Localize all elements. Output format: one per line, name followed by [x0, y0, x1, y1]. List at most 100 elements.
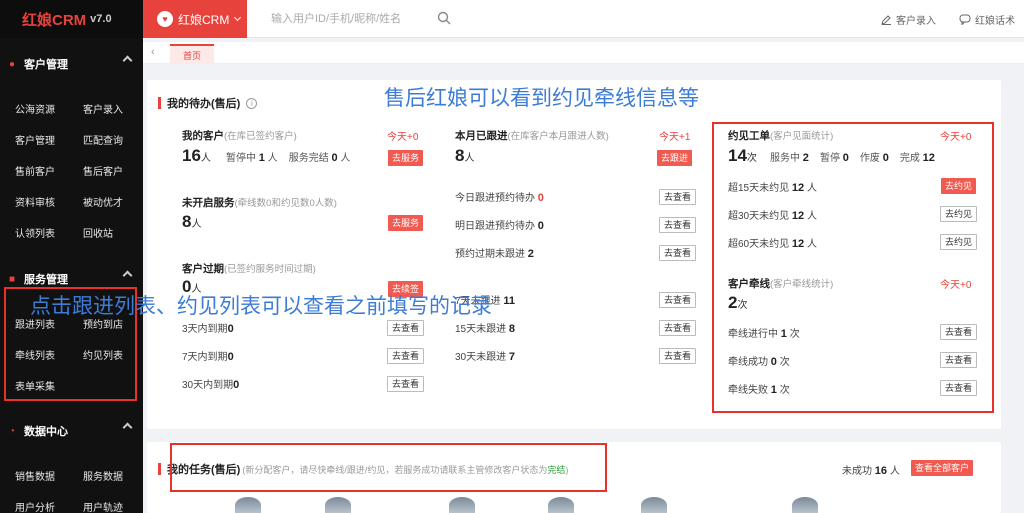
go-meet-button[interactable]: 去约见: [940, 234, 978, 250]
avatar[interactable]: [792, 497, 818, 513]
sidebar-item-passive-talent[interactable]: 被动优才: [68, 186, 136, 217]
view-button[interactable]: 去查看: [940, 380, 978, 396]
sidebar-item-customer-management[interactable]: 客户管理: [0, 124, 68, 155]
avatar[interactable]: [325, 497, 351, 513]
followed-label: 本月已跟进(在库客户本月跟进人数): [455, 130, 609, 142]
my-customers-today: 今天+0: [387, 132, 419, 143]
todo-title: 我的待办(售后) i: [158, 95, 258, 111]
avatar[interactable]: [641, 497, 667, 513]
match-inprogress-row: 牵线进行中 1 次: [728, 328, 800, 340]
section-data-center[interactable]: ◔ 数据中心: [0, 413, 143, 449]
edit-icon: [881, 15, 891, 25]
meet-15d-row: 超15天未约见 12 人: [728, 182, 817, 194]
my-customers-label: 我的客户(在库已签约客户): [182, 130, 297, 142]
view-button[interactable]: 去查看: [940, 324, 978, 340]
overdue-followup-row: 预约过期未跟进 2: [455, 248, 534, 260]
go-meet-button[interactable]: 去约见: [940, 206, 978, 222]
view-all-customers-button[interactable]: 查看全部客户: [911, 460, 974, 476]
view-button[interactable]: 去查看: [387, 348, 425, 364]
no-followup-15d-row: 15天未跟进 8: [455, 323, 516, 335]
chevron-up-icon: [122, 55, 133, 66]
no-followup-30d-row: 30天未跟进 7: [455, 351, 516, 363]
done-stat: 服务完结 0 人: [288, 152, 351, 164]
view-button[interactable]: 去查看: [659, 189, 697, 205]
app-logo-icon: ♥: [157, 11, 173, 27]
view-button[interactable]: 去查看: [659, 292, 697, 308]
my-customers-count-row: 16人 暂停中 1 人 服务完结 0 人: [182, 146, 350, 166]
avatar[interactable]: [235, 497, 261, 513]
my-customers-count: 16: [182, 146, 201, 165]
sidebar-item-presale-customers[interactable]: 售前客户: [0, 155, 68, 186]
sidebar: 红娘CRM v7.0 ● 客户管理 公海资源 客户录入 客户管理 匹配查询 售前…: [0, 0, 143, 513]
match-fail-row: 牵线失败 1 次: [728, 384, 790, 396]
info-icon[interactable]: i: [246, 97, 258, 109]
service-menu: 跟进列表 预约到店 牵线列表 约见列表 表单采集: [0, 308, 143, 401]
go-service-button-2[interactable]: 去服务: [388, 215, 424, 231]
match-count-row: 2次: [728, 293, 748, 312]
sidebar-item-recycle-bin[interactable]: 回收站: [68, 217, 136, 248]
chevron-up-icon: [122, 422, 133, 433]
customer-entry-label: 客户录入: [896, 16, 936, 27]
today-followup-row: 今日跟进预约待办 0: [455, 192, 544, 204]
sidebar-item-claim-list[interactable]: 认领列表: [0, 217, 68, 248]
sidebar-item-match-list[interactable]: 牵线列表: [0, 339, 68, 370]
view-button[interactable]: 去查看: [940, 352, 978, 368]
view-button[interactable]: 去查看: [659, 348, 697, 364]
search-input[interactable]: [271, 9, 431, 29]
script-link[interactable]: 红娘话术: [959, 12, 1015, 27]
task-card: [147, 442, 1001, 513]
sidebar-item-meet-list[interactable]: 约见列表: [68, 339, 136, 370]
sidebar-item-customer-entry[interactable]: 客户录入: [68, 93, 136, 124]
app-switcher[interactable]: ♥ 红娘CRM: [143, 0, 247, 38]
meet-count-row: 14次 服务中 2 暂停 0 作废 0 完成 12: [728, 146, 935, 165]
task-title-text: 我的任务(售后): [167, 464, 241, 476]
meet-count: 14: [728, 146, 747, 165]
view-button[interactable]: 去查看: [387, 376, 425, 392]
brand[interactable]: 红娘CRM v7.0: [0, 0, 143, 38]
unit: 人: [200, 153, 211, 164]
meet-30d-row: 超30天未约见 12 人: [728, 210, 817, 222]
chevron-down-icon: [234, 13, 242, 22]
annotation-top: 售后红娘可以看到约见牵线信息等: [384, 86, 699, 110]
section-customer-management[interactable]: ● 客户管理: [0, 46, 143, 82]
meet-label: 约见工单(客户见面统计): [728, 130, 834, 142]
view-button[interactable]: 去查看: [659, 320, 697, 336]
meet-today: 今天+0: [940, 132, 972, 143]
sidebar-item-user-trace[interactable]: 用户轨迹: [68, 491, 136, 513]
sidebar-item-aftersale-customers[interactable]: 售后客户: [68, 155, 136, 186]
avatar[interactable]: [548, 497, 574, 513]
sidebar-item-service-data[interactable]: 服务数据: [68, 460, 136, 491]
expire-30d-row: 30天内到期0: [182, 379, 240, 391]
annotation-middle: 点击跟进列表、约见列表可以查看之前填写的记录: [30, 294, 492, 318]
script-label: 红娘话术: [975, 16, 1015, 27]
match-label: 客户牵线(客户牵线统计): [728, 278, 834, 290]
chevron-left-icon[interactable]: ‹: [151, 46, 163, 60]
task-title: 我的任务(售后) (新分配客户，请尽快牵线/跟进/约见，若服务成功请联系主管修改…: [158, 461, 568, 477]
pie-chart-icon: ◔: [8, 425, 16, 437]
view-button[interactable]: 去查看: [659, 245, 697, 261]
sidebar-item-form-collection[interactable]: 表单采集: [0, 370, 68, 401]
followed-today: 今天+1: [659, 132, 691, 143]
go-meet-button[interactable]: 去约见: [941, 178, 977, 194]
go-followup-button[interactable]: 去跟进: [657, 150, 693, 166]
sidebar-item-match-query[interactable]: 匹配查询: [68, 124, 136, 155]
brand-version: v7.0: [90, 13, 112, 25]
sidebar-item-sales-data[interactable]: 销售数据: [0, 460, 68, 491]
expired-label: 客户过期(已签约服务时间过期): [182, 263, 316, 275]
tab-home[interactable]: 首页: [170, 44, 214, 64]
view-button[interactable]: 去查看: [659, 217, 697, 233]
customer-entry-link[interactable]: 客户录入: [881, 12, 936, 27]
tomorrow-followup-row: 明日跟进预约待办 0: [455, 220, 544, 232]
pause-stat: 暂停中 1 人: [225, 152, 278, 164]
sidebar-item-public-pool[interactable]: 公海资源: [0, 93, 68, 124]
search-icon[interactable]: [437, 11, 451, 25]
sidebar-item-user-analysis[interactable]: 用户分析: [0, 491, 68, 513]
go-service-button[interactable]: 去服务: [388, 150, 424, 166]
title-accent: [158, 97, 161, 109]
view-button[interactable]: 去查看: [387, 320, 425, 336]
brand-logo: 红娘CRM: [22, 11, 87, 29]
sidebar-item-profile-review[interactable]: 资料审核: [0, 186, 68, 217]
not-started-count-row: 8人: [182, 212, 202, 231]
expire-3d-row: 3天内到期0: [182, 323, 234, 335]
avatar[interactable]: [449, 497, 475, 513]
